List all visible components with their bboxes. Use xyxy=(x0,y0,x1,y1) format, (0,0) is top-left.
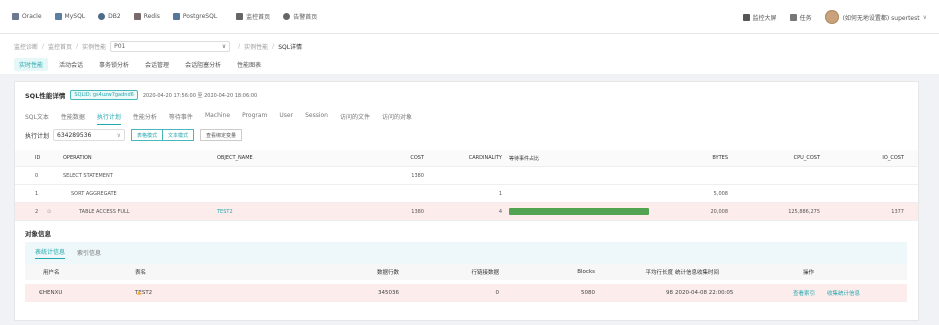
tab-machine[interactable]: Machine xyxy=(205,112,230,125)
big-screen-button[interactable]: 监控大屏 xyxy=(742,13,777,22)
db2-icon xyxy=(98,13,106,20)
text-mode-button[interactable]: 文本模式 xyxy=(163,129,195,141)
plan-table: ID OPERATION OBJECT_NAME COST CARDINALIT… xyxy=(15,150,918,221)
tab-sql-text[interactable]: SQL文本 xyxy=(25,112,49,125)
table-row[interactable]: 0 SELECT STATEMENT 1380 xyxy=(15,167,918,185)
view-index-link[interactable]: 查看索引 xyxy=(793,284,815,302)
col-rows: 数据行数 xyxy=(376,270,399,276)
postgresql-icon xyxy=(172,13,180,20)
user-menu[interactable]: (如何无地设置都) supertest ∨ xyxy=(843,13,927,22)
tab-wait-events[interactable]: 等待事件 xyxy=(169,112,193,125)
plan-label: 执行计划 xyxy=(25,132,50,140)
tab-perf-data[interactable]: 性能数据 xyxy=(61,112,85,125)
chevron-down-icon: ∨ xyxy=(221,43,227,50)
sql-tabs: SQL文本 性能数据 执行计划 性能分析 等待事件 Machine Progra… xyxy=(25,112,424,125)
sqlid-badge: SQLID: gs4uzw7gadnd6 xyxy=(70,90,138,100)
sql-title: SQL性能详情 xyxy=(25,92,66,100)
warning-icon: ▲ xyxy=(137,290,142,296)
tab-index-info[interactable]: 索引信息 xyxy=(77,248,101,259)
tab-table-stats[interactable]: 表统计信息 xyxy=(35,247,66,259)
avatar[interactable] xyxy=(824,10,839,24)
nav-alarm-home[interactable]: 告警首页 xyxy=(283,12,317,21)
col-collected: 统计信息收集时间 xyxy=(675,270,720,276)
objects-panel: 表统计信息 索引信息 用户名 ⇅ 表名 ⇅ 数据行数 行链接数据 Blocks 平均… xyxy=(25,242,907,302)
col-operation: OPERATION xyxy=(63,155,92,161)
tasks-button[interactable]: 任务 xyxy=(789,13,812,22)
sql-header: SQL性能详情 SQLID: gs4uzw7gadnd6 2020-04-20 … xyxy=(25,90,257,100)
tab-session-mgmt[interactable]: 会话管理 xyxy=(140,58,174,71)
col-cpu-cost: CPU_COST xyxy=(793,155,820,161)
col-io-cost: IO_COST xyxy=(882,155,904,161)
tab-objects[interactable]: 访问的对象 xyxy=(382,112,412,125)
chevron-down-icon: ∨ xyxy=(116,131,122,139)
table-row[interactable]: ∨ CHENXU TEST2 ▲ 345036 0 5080 98 2020-04-… xyxy=(25,284,907,302)
breadcrumb-current: SQL详情 xyxy=(278,44,303,51)
bind-vars-button[interactable]: 查看绑定变量 xyxy=(200,129,243,141)
col-cost: COST xyxy=(410,155,424,161)
alarm-icon xyxy=(283,13,291,20)
main-tabs: 实时性能 活动会话 事务锁分析 会话管理 会话阻塞分析 性能图表 xyxy=(14,58,272,71)
mysql-icon xyxy=(54,13,62,20)
task-icon xyxy=(789,13,797,21)
breadcrumb-item[interactable]: 监控首页 xyxy=(48,42,72,51)
nav-mysql[interactable]: MySQL xyxy=(54,13,85,20)
collect-stats-link[interactable]: 收集统计信息 xyxy=(827,284,860,302)
table-header: ID OPERATION OBJECT_NAME COST CARDINALIT… xyxy=(15,150,918,167)
tab-charts[interactable]: 性能图表 xyxy=(232,58,266,71)
table-row[interactable]: 2 ⊙ TABLE ACCESS FULL TEST2 1380 4 20,00… xyxy=(15,203,918,221)
tab-user[interactable]: User xyxy=(279,112,293,125)
sort-icon: ⇅ xyxy=(46,269,51,275)
header-area: 监控诊断 / 监控首页 / 实例性能 P01 ∨ / 实例性能 / SQL详情 实时性能… xyxy=(0,34,939,74)
breadcrumb-item[interactable]: 监控诊断 xyxy=(14,42,38,51)
tab-lock-analysis[interactable]: 事务锁分析 xyxy=(94,58,134,71)
tab-session[interactable]: Session xyxy=(305,112,328,125)
col-bytes: BYTES xyxy=(712,155,728,161)
col-cardinality: CARDINALITY xyxy=(468,155,502,161)
top-nav: Oracle MySQL DB2 Redis PostgreSQL 监控首页 告… xyxy=(0,0,939,34)
wait-pct-bar xyxy=(509,208,649,215)
instance-select[interactable]: P01 ∨ xyxy=(110,41,231,52)
tab-active-sessions[interactable]: 活动会话 xyxy=(54,58,88,71)
col-object-name: OBJECT_NAME xyxy=(217,155,253,161)
home-icon xyxy=(236,13,244,20)
tab-realtime[interactable]: 实时性能 xyxy=(14,58,49,71)
tab-program[interactable]: Program xyxy=(242,112,267,125)
object-link[interactable]: TEST2 xyxy=(217,203,233,220)
tab-blocking[interactable]: 会话阻塞分析 xyxy=(180,58,226,71)
breadcrumb-item[interactable]: 实例性能 xyxy=(244,42,268,51)
tab-files[interactable]: 访问的文件 xyxy=(340,112,370,125)
breadcrumb-item[interactable]: 实例性能 xyxy=(82,42,106,51)
tab-perf-analysis[interactable]: 性能分析 xyxy=(133,112,157,125)
nav-db2[interactable]: DB2 xyxy=(98,13,121,20)
col-avg-len: 平均行长度 xyxy=(645,270,673,276)
col-blocks: Blocks xyxy=(577,269,595,275)
expand-icon[interactable]: ⊙ xyxy=(47,203,51,220)
objects-header: 用户名 ⇅ 表名 ⇅ 数据行数 行链接数据 Blocks 平均行长度 统计信息收集时… xyxy=(25,264,907,280)
sql-detail-card: SQL性能详情 SQLID: gs4uzw7gadnd6 2020-04-20 … xyxy=(14,81,919,321)
breadcrumb: 监控诊断 / 监控首页 / 实例性能 P01 ∨ / 实例性能 / SQL详情 xyxy=(14,41,303,52)
nav-postgresql[interactable]: PostgreSQL xyxy=(172,13,217,20)
nav-monitor-home[interactable]: 监控首页 xyxy=(236,12,270,21)
plan-select[interactable]: 634289536 ∨ xyxy=(53,129,126,141)
sort-icon: ⇅ xyxy=(138,269,143,275)
objects-tabs: 表统计信息 索引信息 xyxy=(25,242,907,264)
col-chained: 行链接数据 xyxy=(471,270,499,276)
nav-redis[interactable]: Redis xyxy=(133,13,160,20)
col-id: ID xyxy=(35,155,41,161)
chevron-down-icon: ∨ xyxy=(922,13,927,21)
nav-oracle[interactable]: Oracle xyxy=(12,13,42,20)
tab-exec-plan[interactable]: 执行计划 xyxy=(96,112,121,125)
table-mode-button[interactable]: 表格模式 xyxy=(131,129,164,141)
plan-controls: 执行计划 634289536 ∨ 表格模式 文本模式 查看绑定变量 xyxy=(25,129,243,141)
col-wait-pct: 等待事件占比 xyxy=(509,155,540,162)
redis-icon xyxy=(133,13,141,20)
table-row[interactable]: 1 SORT AGGREGATE 1 5,008 xyxy=(15,185,918,203)
screen-icon xyxy=(742,13,750,21)
col-actions: 操作 xyxy=(803,270,815,276)
objects-title: 对象信息 xyxy=(25,230,51,238)
time-range: 2020-04-20 17:56:00 至 2020-04-20 18:06:0… xyxy=(142,92,258,99)
database-icon xyxy=(12,13,19,20)
